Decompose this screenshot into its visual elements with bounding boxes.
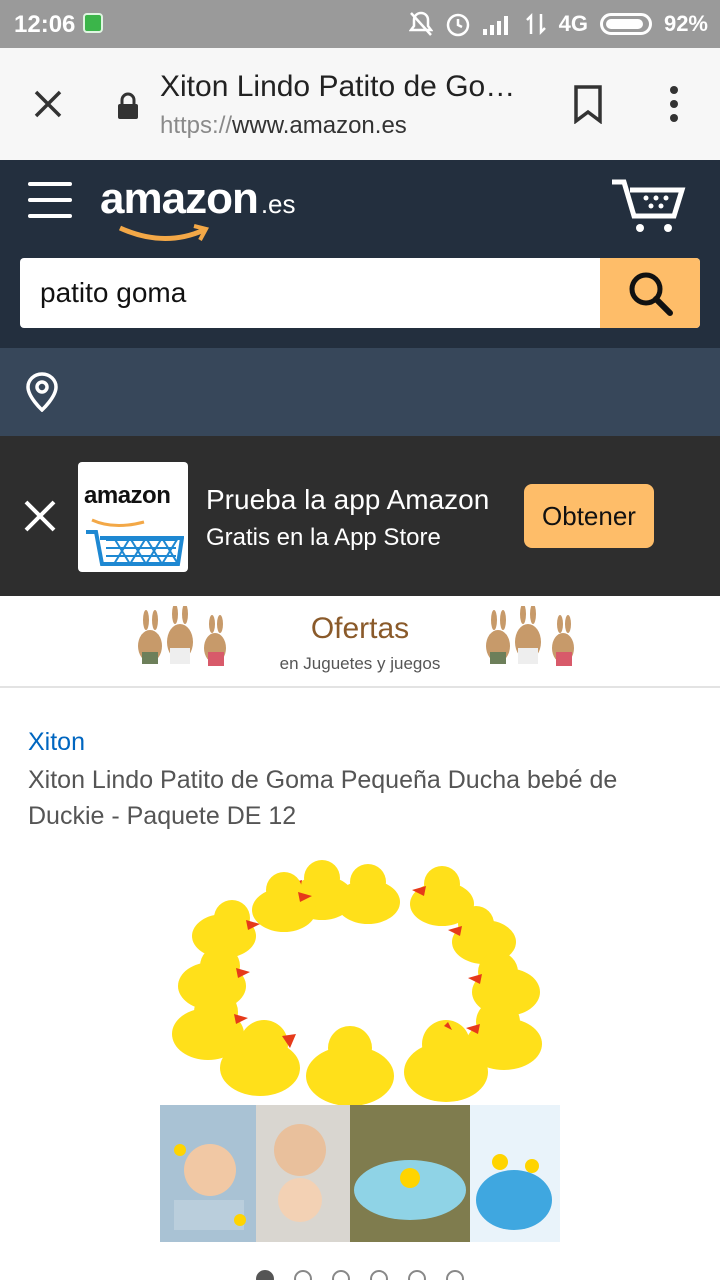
lock-icon (118, 92, 138, 119)
carousel-dot[interactable] (408, 1270, 426, 1280)
carousel-dot[interactable] (332, 1270, 350, 1280)
smile-arrow-icon (118, 224, 209, 241)
search-bar (20, 258, 700, 328)
status-icons: 4G 92% (408, 9, 708, 39)
battery-level: 92% (663, 11, 708, 36)
app-banner-title: Prueba la app Amazon (206, 484, 490, 515)
product-image[interactable] (160, 850, 560, 1242)
toy-rabbits-image (486, 606, 574, 666)
page-url[interactable]: https://www.amazon.es (160, 112, 407, 140)
status-time: 12:06 (14, 11, 76, 38)
close-banner-icon[interactable] (22, 498, 58, 534)
app-install-banner: amazon Prueba la app Amazon Gratis en la… (0, 436, 720, 596)
product-title: Xiton Lindo Patito de Goma Pequeña Ducha… (28, 766, 618, 830)
amazon-header: amazon .es (0, 160, 720, 348)
app-banner-subtitle: Gratis en la App Store (206, 524, 441, 551)
amazon-logo[interactable]: amazon .es (100, 174, 296, 241)
bookmark-icon[interactable] (572, 84, 604, 124)
cart-icon[interactable] (608, 178, 688, 234)
app-notification-icon (83, 13, 103, 33)
offers-subtitle: en Juguetes y juegos (279, 654, 441, 673)
app-icon-word: amazon (84, 482, 171, 509)
carousel-dot[interactable] (256, 1270, 274, 1280)
menu-icon[interactable] (28, 182, 72, 222)
offers-banner[interactable]: Ofertas en Juguetes y juegos (0, 596, 720, 688)
cart-logo-icon (86, 518, 184, 566)
page-title[interactable]: Xiton Lindo Patito de Goma Pequeña Ducha… (160, 70, 540, 104)
signal-icon (482, 16, 508, 35)
location-bar[interactable] (0, 348, 720, 436)
carousel-dot[interactable] (370, 1270, 388, 1280)
alarm-icon (446, 13, 469, 37)
brand-link[interactable]: Xiton (28, 728, 85, 757)
browser-toolbar: Xiton Lindo Patito de Goma Pequeña Ducha… (0, 48, 720, 160)
search-icon (629, 272, 673, 316)
logo-word: amazon (100, 174, 259, 223)
close-tab-icon[interactable] (28, 84, 68, 124)
carousel-indicator[interactable] (256, 1270, 476, 1280)
get-app-button[interactable]: Obtener (524, 484, 654, 548)
baby-photos-strip (160, 1105, 560, 1242)
amazon-app-icon: amazon (78, 462, 188, 572)
bell-off-icon (408, 11, 433, 36)
offers-title: Ofertas (310, 612, 410, 645)
carousel-dot[interactable] (446, 1270, 464, 1280)
status-bar: 12:06 4G 92% (0, 0, 720, 48)
battery-icon (599, 13, 652, 35)
search-button[interactable] (600, 258, 700, 328)
location-pin-icon (26, 372, 58, 412)
network-type: 4G (558, 11, 588, 36)
data-arrows-icon (525, 12, 546, 36)
carousel-dot[interactable] (294, 1270, 312, 1280)
url-scheme: https:// (160, 112, 233, 139)
logo-tld: .es (260, 189, 296, 219)
more-vert-icon[interactable] (660, 84, 688, 124)
search-input[interactable] (20, 258, 600, 328)
url-host: www.amazon.es (232, 112, 407, 139)
